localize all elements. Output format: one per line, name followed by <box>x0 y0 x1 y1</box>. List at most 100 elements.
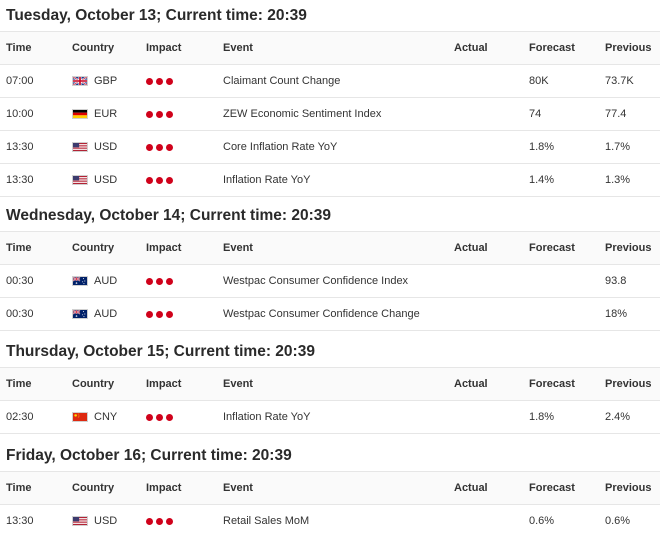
column-header-time[interactable]: Time <box>6 472 31 504</box>
event-time: 13:30 <box>6 141 34 153</box>
column-header-country[interactable]: Country <box>72 368 114 400</box>
event-previous: 2.4% <box>605 411 631 423</box>
table-row[interactable]: 13:30 USD Retail Sales MoM 0.6% 0.6% <box>0 505 660 537</box>
table-row[interactable]: 13:30 USD Core Inflation Rate YoY 1.8% 1.7% <box>0 131 660 164</box>
country-currency: AUD <box>94 275 118 287</box>
day-heading: Wednesday, October 14; Current time: 20:… <box>6 207 332 224</box>
event-name[interactable]: Westpac Consumer Confidence Index <box>223 265 408 297</box>
column-header-event[interactable]: Event <box>223 232 253 264</box>
event-name[interactable]: Core Inflation Rate YoY <box>223 131 337 163</box>
event-rows: 02:30 CNY Inflation Rate YoY 1.8% 2.4% <box>0 401 660 434</box>
event-previous: 77.4 <box>605 108 627 120</box>
table-row[interactable]: 13:30 USD Inflation Rate YoY 1.4% 1.3% <box>0 164 660 197</box>
impact-dot-icon <box>156 517 163 525</box>
event-time: 00:30 <box>6 275 34 287</box>
event-impact <box>146 164 173 196</box>
uk-flag-icon <box>72 76 88 86</box>
event-previous: 1.7% <box>605 141 631 153</box>
column-header-previous[interactable]: Previous <box>605 232 651 264</box>
event-impact <box>146 298 173 330</box>
table-header-row: Time Country Impact Event Actual Forecas… <box>0 31 660 65</box>
event-name[interactable]: Retail Sales MoM <box>223 505 309 537</box>
column-header-event[interactable]: Event <box>223 368 253 400</box>
table-row[interactable]: 00:30 AUD Westpac Consumer Confidence Inde… <box>0 265 660 298</box>
event-previous: 0.6% <box>605 515 631 527</box>
impact-high-indicator <box>146 110 173 118</box>
column-header-forecast[interactable]: Forecast <box>529 32 575 64</box>
table-row[interactable]: 00:30 AUD Westpac Consumer Confidence Chan… <box>0 298 660 331</box>
event-time: 00:30 <box>6 308 34 320</box>
column-header-actual[interactable]: Actual <box>454 32 488 64</box>
event-impact <box>146 505 173 537</box>
event-forecast: 74 <box>529 108 542 120</box>
column-header-impact[interactable]: Impact <box>146 368 181 400</box>
table-row[interactable]: 02:30 CNY Inflation Rate YoY 1.8% 2.4% <box>0 401 660 434</box>
impact-high-indicator <box>146 310 173 318</box>
column-header-impact[interactable]: Impact <box>146 472 181 504</box>
column-header-previous[interactable]: Previous <box>605 368 651 400</box>
table-header-row: Time Country Impact Event Actual Forecas… <box>0 231 660 265</box>
column-header-previous[interactable]: Previous <box>605 32 651 64</box>
impact-dot-icon <box>156 110 163 118</box>
event-forecast: 1.8% <box>529 411 555 423</box>
impact-dot-icon <box>146 110 153 118</box>
column-header-event[interactable]: Event <box>223 32 253 64</box>
country-currency: GBP <box>94 75 118 87</box>
column-header-impact[interactable]: Impact <box>146 232 181 264</box>
day-heading: Thursday, October 15; Current time: 20:3… <box>6 343 315 360</box>
australia-flag-icon <box>72 276 88 286</box>
event-forecast: 0.6% <box>529 515 555 527</box>
event-country: USD <box>72 164 117 196</box>
impact-high-indicator <box>146 517 173 525</box>
column-header-previous[interactable]: Previous <box>605 472 651 504</box>
us-flag-icon <box>72 142 88 152</box>
impact-high-indicator <box>146 176 173 184</box>
column-header-forecast[interactable]: Forecast <box>529 472 575 504</box>
event-country: AUD <box>72 265 117 297</box>
event-time: 13:30 <box>6 515 34 527</box>
event-country: CNY <box>72 401 117 433</box>
column-header-country[interactable]: Country <box>72 32 114 64</box>
column-header-actual[interactable]: Actual <box>454 472 488 504</box>
event-time: 13:30 <box>6 174 34 186</box>
column-header-actual[interactable]: Actual <box>454 368 488 400</box>
impact-dot-icon <box>146 413 153 421</box>
impact-dot-icon <box>166 110 173 118</box>
us-flag-icon <box>72 516 88 526</box>
table-row[interactable]: 07:00 GBP Claimant Count Change 80K 73.7K <box>0 65 660 98</box>
impact-dot-icon <box>146 517 153 525</box>
impact-dot-icon <box>146 77 153 85</box>
day-section-friday: Friday, October 16; Current time: 20:39 … <box>0 440 660 537</box>
impact-dot-icon <box>156 277 163 285</box>
event-country: USD <box>72 131 117 163</box>
country-currency: EUR <box>94 108 118 120</box>
column-header-impact[interactable]: Impact <box>146 32 181 64</box>
column-header-forecast[interactable]: Forecast <box>529 232 575 264</box>
day-section-tuesday: Tuesday, October 13; Current time: 20:39… <box>0 0 660 197</box>
event-impact <box>146 98 173 130</box>
event-name[interactable]: Inflation Rate YoY <box>223 164 310 196</box>
event-previous: 18% <box>605 308 628 320</box>
impact-dot-icon <box>166 77 173 85</box>
day-heading: Tuesday, October 13; Current time: 20:39 <box>6 7 307 24</box>
impact-dot-icon <box>146 176 153 184</box>
impact-high-indicator <box>146 413 173 421</box>
event-name[interactable]: Westpac Consumer Confidence Change <box>223 298 420 330</box>
column-header-time[interactable]: Time <box>6 232 31 264</box>
impact-dot-icon <box>156 77 163 85</box>
event-name[interactable]: ZEW Economic Sentiment Index <box>223 98 381 130</box>
column-header-event[interactable]: Event <box>223 472 253 504</box>
impact-dot-icon <box>156 143 163 151</box>
column-header-time[interactable]: Time <box>6 32 31 64</box>
column-header-actual[interactable]: Actual <box>454 232 488 264</box>
event-name[interactable]: Inflation Rate YoY <box>223 401 310 433</box>
event-forecast: 1.8% <box>529 141 555 153</box>
column-header-forecast[interactable]: Forecast <box>529 368 575 400</box>
impact-dot-icon <box>146 143 153 151</box>
event-rows: 07:00 GBP Claimant Count Change 80K 73.7K 10:… <box>0 65 660 197</box>
event-name[interactable]: Claimant Count Change <box>223 65 340 97</box>
table-row[interactable]: 10:00 EUR ZEW Economic Sentiment Index 74 77… <box>0 98 660 131</box>
column-header-country[interactable]: Country <box>72 232 114 264</box>
column-header-time[interactable]: Time <box>6 368 31 400</box>
column-header-country[interactable]: Country <box>72 472 114 504</box>
